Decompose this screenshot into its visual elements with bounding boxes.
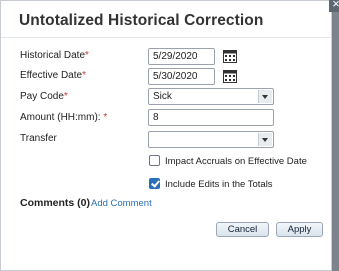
amount-input[interactable]: 8 xyxy=(148,109,274,126)
chevron-down-icon[interactable] xyxy=(258,133,272,146)
impact-accruals-label: Impact Accruals on Effective Date xyxy=(165,156,307,167)
effective-date-label: Effective Date* xyxy=(20,70,86,81)
calendar-icon[interactable] xyxy=(223,49,237,63)
comments-label: Comments (0) xyxy=(20,197,91,209)
calendar-icon[interactable] xyxy=(223,69,237,83)
include-edits-checkbox[interactable] xyxy=(149,178,160,189)
amount-label: Amount (HH:mm): * xyxy=(20,112,108,123)
include-edits-label: Include Edits in the Totals xyxy=(165,179,273,190)
close-icon[interactable]: × xyxy=(329,0,339,12)
historical-correction-dialog: Untotalized Historical Correction Histor… xyxy=(0,0,332,271)
pay-code-value: Sick xyxy=(153,91,172,102)
effective-date-input[interactable]: 5/30/2020 xyxy=(148,68,215,85)
dialog-title: Untotalized Historical Correction xyxy=(19,12,264,29)
pay-code-select[interactable]: Sick xyxy=(148,88,274,105)
cancel-button[interactable]: Cancel xyxy=(216,222,269,237)
historical-date-input[interactable]: 5/29/2020 xyxy=(148,48,215,65)
transfer-select[interactable] xyxy=(148,131,274,148)
add-comment-link[interactable]: Add Comment xyxy=(91,198,152,209)
chevron-down-icon[interactable] xyxy=(258,90,272,103)
apply-button[interactable]: Apply xyxy=(276,222,323,237)
transfer-label: Transfer xyxy=(20,133,57,144)
impact-accruals-checkbox[interactable] xyxy=(149,155,160,166)
pay-code-label: Pay Code* xyxy=(20,91,68,102)
historical-date-label: Historical Date* xyxy=(20,50,89,61)
dialog-titlebar: Untotalized Historical Correction xyxy=(1,1,331,37)
title-divider xyxy=(1,37,331,38)
background-page xyxy=(332,0,339,271)
